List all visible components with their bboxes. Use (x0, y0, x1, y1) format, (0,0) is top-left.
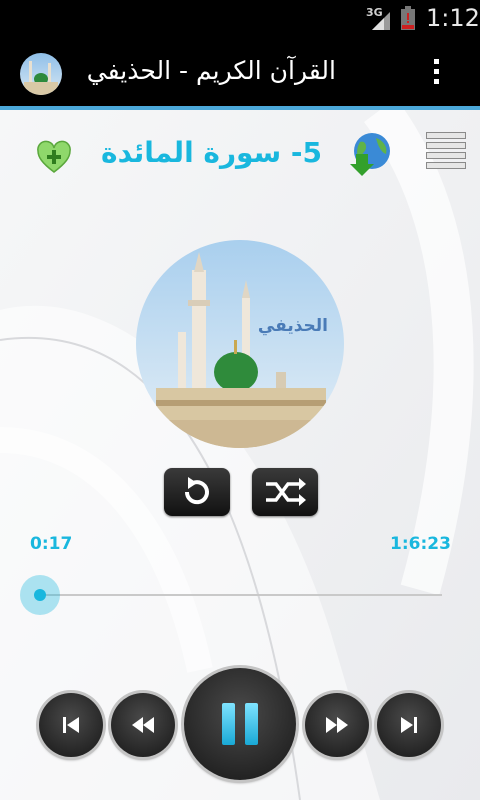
pause-button[interactable] (184, 668, 296, 780)
clock: 1:12 (426, 4, 480, 32)
player-screen: 5- سورة المائدة الحذيفي 0:17 1:6:23 (0, 110, 480, 800)
repeat-button[interactable] (164, 468, 230, 516)
current-time: 0:17 (30, 534, 73, 554)
shuffle-button[interactable] (252, 468, 318, 516)
signal-icon (372, 12, 390, 30)
next-button[interactable] (377, 693, 441, 757)
rewind-icon (132, 717, 154, 733)
list-menu-icon[interactable] (426, 132, 468, 180)
rewind-button[interactable] (111, 693, 175, 757)
battery-icon (401, 6, 415, 30)
app-title: القرآن الكريم - الحذيفي (86, 56, 336, 85)
fast-forward-button[interactable] (305, 693, 369, 757)
seek-bar[interactable] (19, 572, 442, 618)
reciter-name: الحذيفي (257, 316, 328, 336)
fast-forward-icon (326, 717, 348, 733)
heart-add-icon[interactable] (36, 140, 72, 176)
pause-icon (222, 703, 258, 745)
total-time: 1:6:23 (390, 534, 451, 554)
surah-title: 5- سورة المائدة (101, 136, 322, 169)
status-bar: 3G 1:12 (0, 0, 480, 38)
overflow-menu-icon[interactable] (424, 54, 448, 94)
seek-track (38, 594, 442, 596)
reciter-cover-image (136, 240, 344, 448)
seek-thumb[interactable] (19, 575, 60, 615)
skip-previous-icon (63, 717, 79, 733)
repeat-icon (184, 477, 209, 505)
previous-button[interactable] (39, 693, 103, 757)
globe-download-icon[interactable] (348, 130, 394, 176)
skip-next-icon (401, 717, 417, 733)
shuffle-icon (266, 478, 306, 506)
app-logo-icon[interactable] (20, 53, 62, 95)
